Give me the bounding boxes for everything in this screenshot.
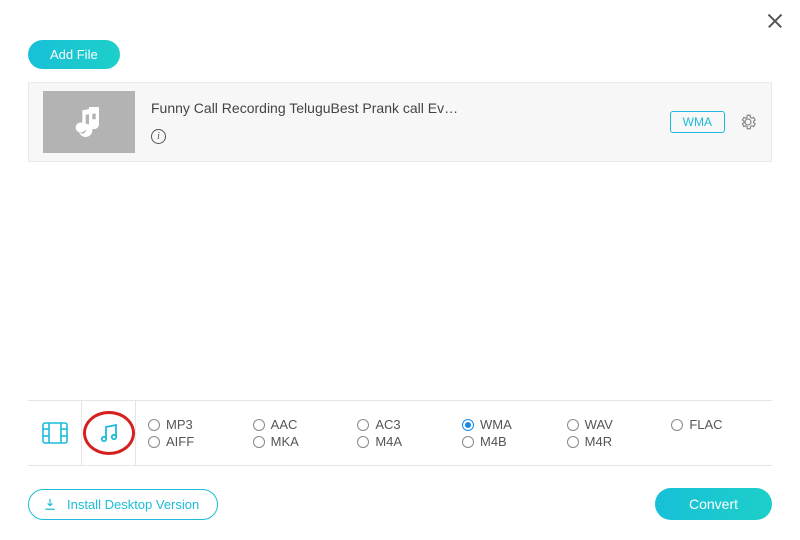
format-label: FLAC <box>689 417 722 432</box>
music-icon <box>69 102 109 142</box>
format-option-m4a[interactable]: M4A <box>349 434 454 449</box>
download-icon <box>43 497 57 511</box>
add-file-button[interactable]: Add File <box>28 40 120 69</box>
format-label: M4R <box>585 434 612 449</box>
format-label: WMA <box>480 417 512 432</box>
format-option-mka[interactable]: MKA <box>245 434 350 449</box>
bottom-bar: Install Desktop Version Convert <box>28 488 772 520</box>
convert-button[interactable]: Convert <box>655 488 772 520</box>
audio-tab[interactable] <box>82 401 136 465</box>
format-options: MP3 AAC AC3 WMA WAV AIFF MKA M4A M4B M4R… <box>136 411 772 455</box>
format-label: AC3 <box>375 417 400 432</box>
info-icon[interactable]: i <box>151 129 166 144</box>
format-option-aac[interactable]: AAC <box>245 417 350 432</box>
video-tab[interactable] <box>28 401 82 465</box>
format-label: AIFF <box>166 434 194 449</box>
video-icon <box>42 422 68 444</box>
format-label: WAV <box>585 417 613 432</box>
format-option-flac[interactable]: FLAC <box>663 417 768 432</box>
format-option-ac3[interactable]: AC3 <box>349 417 454 432</box>
file-title: Funny Call Recording TeluguBest Prank ca… <box>151 100 471 116</box>
format-option-m4r[interactable]: M4R <box>559 434 664 449</box>
format-option-aiff[interactable]: AIFF <box>140 434 245 449</box>
file-info: Funny Call Recording TeluguBest Prank ca… <box>151 100 670 144</box>
format-label: M4B <box>480 434 507 449</box>
format-option-wma[interactable]: WMA <box>454 417 559 432</box>
format-option-m4b[interactable]: M4B <box>454 434 559 449</box>
format-option-mp3[interactable]: MP3 <box>140 417 245 432</box>
install-label: Install Desktop Version <box>67 497 199 512</box>
output-format-badge[interactable]: WMA <box>670 111 725 133</box>
file-item: Funny Call Recording TeluguBest Prank ca… <box>28 82 772 162</box>
install-desktop-button[interactable]: Install Desktop Version <box>28 489 218 520</box>
formats-panel: MP3 AAC AC3 WMA WAV AIFF MKA M4A M4B M4R… <box>28 400 772 466</box>
gear-icon[interactable] <box>739 113 757 131</box>
format-label: MP3 <box>166 417 193 432</box>
format-label: AAC <box>271 417 298 432</box>
format-option-wav[interactable]: WAV <box>559 417 664 432</box>
file-thumbnail <box>43 91 135 153</box>
close-button[interactable] <box>766 12 784 30</box>
music-icon <box>97 421 121 445</box>
format-label: M4A <box>375 434 402 449</box>
format-label: MKA <box>271 434 299 449</box>
